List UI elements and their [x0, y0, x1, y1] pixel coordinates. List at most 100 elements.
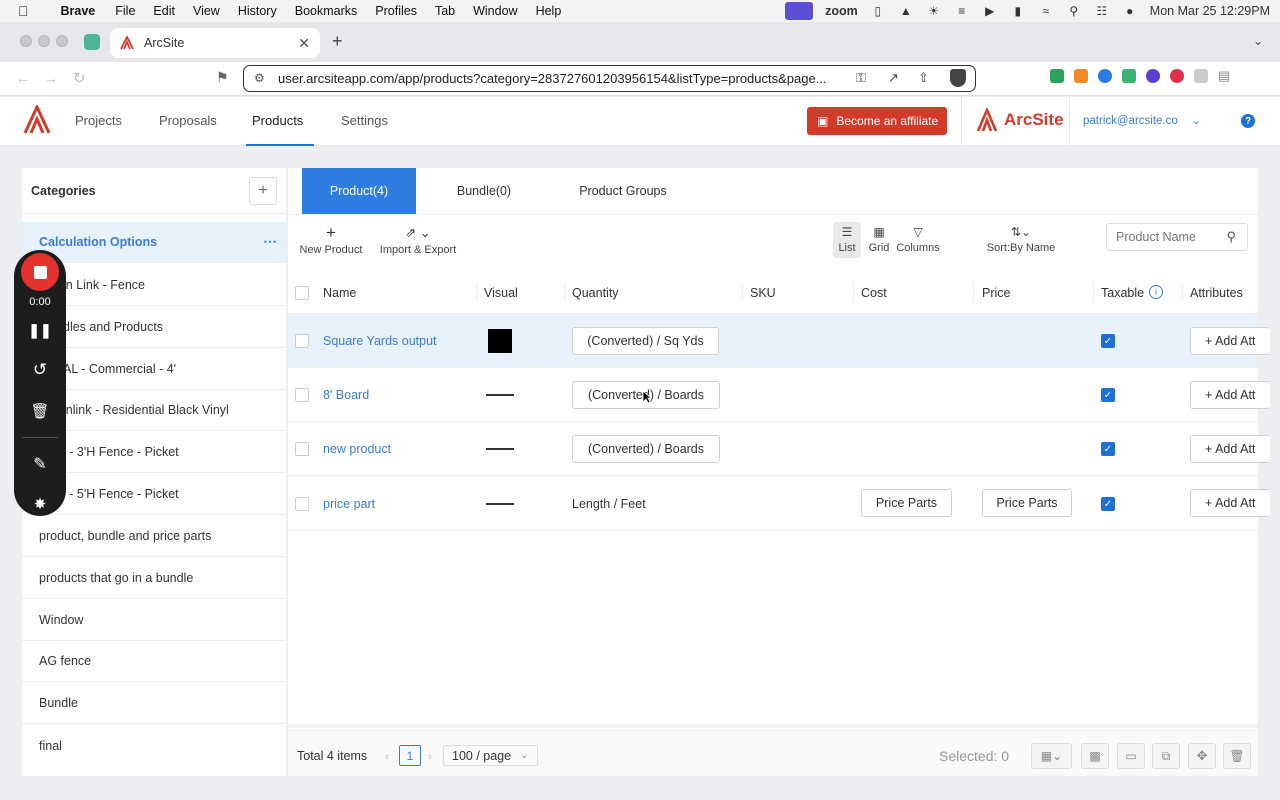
open-external-icon[interactable]: ↗	[888, 70, 899, 86]
add-attribute-button[interactable]: + Add Att	[1190, 381, 1270, 409]
col-cost[interactable]: Cost	[861, 286, 887, 300]
window-minimize-button[interactable]	[38, 35, 50, 47]
horizontal-scrollbar[interactable]	[288, 724, 1258, 728]
add-attribute-button[interactable]: + Add Att	[1190, 435, 1270, 463]
category-item[interactable]: Window	[22, 600, 286, 641]
forward-icon[interactable]: →	[44, 70, 58, 86]
brave-shield-icon[interactable]	[950, 69, 966, 87]
effects-icon[interactable]: ✸	[14, 495, 66, 513]
help-icon[interactable]: ?	[1241, 114, 1255, 128]
sort-button[interactable]: ⇅⌄ Sort:By Name	[983, 225, 1059, 254]
batch-edit-dropdown[interactable]: ▦⌄	[1031, 743, 1072, 769]
search-icon[interactable]: ⚲	[1226, 229, 1236, 245]
extension-3-icon[interactable]	[1098, 69, 1112, 83]
category-item[interactable]: product, bundle and price parts	[22, 516, 286, 557]
col-name[interactable]: Name	[323, 286, 356, 300]
info-icon[interactable]: i	[1149, 285, 1163, 299]
taxable-checkbox[interactable]: ✓	[1101, 497, 1115, 511]
menu-view[interactable]: View	[193, 4, 220, 18]
control-center-icon[interactable]: ☷	[1094, 4, 1110, 18]
row-checkbox[interactable]	[295, 388, 309, 402]
grid-view-button[interactable]: ▦ Grid	[866, 225, 892, 254]
user-menu[interactable]: patrick@arcsite.co ⌄	[1083, 114, 1201, 128]
pencil-icon[interactable]: ✎	[14, 454, 66, 474]
site-settings-icon[interactable]: ⚙	[254, 71, 265, 85]
cost-price-parts-button[interactable]: Price Parts	[861, 489, 952, 517]
batch-price-icon[interactable]: ▩	[1081, 743, 1109, 769]
tab-products[interactable]: Product(4)	[302, 168, 416, 214]
product-name-link[interactable]: 8' Board	[323, 388, 369, 402]
extension-4-icon[interactable]	[1122, 69, 1136, 83]
tab-product-groups[interactable]: Product Groups	[552, 168, 694, 214]
brightness-icon[interactable]: ☀	[926, 4, 942, 18]
extension-5-icon[interactable]	[1146, 69, 1160, 83]
menu-bookmarks[interactable]: Bookmarks	[295, 4, 358, 18]
list-view-button[interactable]: ☰ List	[833, 222, 861, 258]
batch-tax-icon[interactable]: ▭	[1117, 743, 1145, 769]
wifi-icon[interactable]: ≈	[1038, 4, 1054, 18]
share-icon[interactable]: ⇧	[918, 70, 929, 86]
taxable-checkbox[interactable]: ✓	[1101, 388, 1115, 402]
menu-profiles[interactable]: Profiles	[375, 4, 417, 18]
bookmark-icon[interactable]: ⚑	[216, 69, 229, 86]
become-affiliate-button[interactable]: ▣ Become an affiliate	[807, 107, 947, 135]
product-search-input[interactable]	[1116, 230, 1216, 244]
col-visual[interactable]: Visual	[484, 286, 518, 300]
reload-icon[interactable]: ↻	[73, 69, 86, 87]
window-close-button[interactable]	[20, 35, 32, 47]
duplicate-icon[interactable]: ⧉	[1152, 743, 1180, 769]
trash-icon[interactable]: 🗑	[14, 402, 66, 420]
browser-tab[interactable]: ArcSite ✕	[110, 28, 320, 58]
quantity-button[interactable]: (Converted) / Sq Yds	[572, 327, 719, 355]
product-name-link[interactable]: Square Yards output	[323, 334, 437, 348]
sidebar-toggle-icon[interactable]: ▤	[1218, 69, 1230, 83]
nav-projects[interactable]: Projects	[75, 113, 122, 128]
category-item[interactable]: AG fence	[22, 641, 286, 682]
nav-proposals[interactable]: Proposals	[159, 113, 217, 128]
siri-icon[interactable]: ●	[1122, 4, 1138, 18]
taxable-checkbox[interactable]: ✓	[1101, 442, 1115, 456]
stop-recording-button[interactable]	[21, 253, 59, 291]
page-size-select[interactable]: 100 / page ⌄	[443, 745, 538, 766]
menu-history[interactable]: History	[238, 4, 277, 18]
pause-icon[interactable]: ❚❚	[14, 322, 66, 339]
extension-2-icon[interactable]	[1074, 69, 1088, 83]
spotlight-icon[interactable]: ⚲	[1066, 4, 1082, 18]
quantity-button[interactable]: (Converted) / Boards	[572, 435, 720, 463]
bars-icon[interactable]: ≡	[954, 4, 970, 18]
import-export-button[interactable]: ⇗ ⌄ Import & Export	[376, 225, 460, 256]
back-icon[interactable]: ←	[16, 70, 30, 86]
pinned-tab-icon[interactable]	[84, 34, 100, 50]
menu-file[interactable]: File	[115, 4, 135, 18]
extensions-puzzle-icon[interactable]	[1194, 69, 1208, 83]
extension-6-icon[interactable]	[1170, 69, 1184, 83]
nav-settings[interactable]: Settings	[341, 113, 388, 128]
menu-help[interactable]: Help	[536, 4, 562, 18]
extension-1-icon[interactable]	[1050, 69, 1064, 83]
zoom-status-label[interactable]: zoom	[825, 4, 858, 18]
tab-bundles[interactable]: Bundle(0)	[416, 168, 552, 214]
col-price[interactable]: Price	[982, 286, 1010, 300]
prev-page-icon[interactable]: ‹	[385, 749, 389, 763]
notes-icon[interactable]: ▯	[870, 4, 886, 18]
col-attributes[interactable]: Attributes	[1190, 286, 1243, 300]
tab-list-chevron-icon[interactable]: ⌄	[1253, 34, 1263, 48]
category-item[interactable]: Bundle	[22, 683, 286, 724]
arcsite-logo-icon[interactable]	[22, 105, 52, 135]
menu-window[interactable]: Window	[473, 4, 517, 18]
add-attribute-button[interactable]: + Add Att	[1190, 489, 1270, 517]
category-item[interactable]: products that go in a bundle	[22, 558, 286, 599]
category-item-calculation-options[interactable]: Calculation Options ⋯	[22, 222, 286, 263]
key-icon[interactable]: ⚿	[856, 70, 866, 86]
col-taxable[interactable]: Taxable	[1101, 286, 1144, 300]
columns-button[interactable]: ▽ Columns	[895, 225, 941, 254]
row-checkbox[interactable]	[295, 334, 309, 348]
arc-icon[interactable]: ▲	[898, 4, 914, 18]
row-checkbox[interactable]	[295, 497, 309, 511]
tab-close-icon[interactable]: ✕	[298, 35, 310, 52]
restart-icon[interactable]: ↺	[14, 360, 66, 380]
new-product-button[interactable]: + New Product	[296, 224, 366, 256]
nav-products[interactable]: Products	[252, 113, 303, 128]
product-name-link[interactable]: new product	[323, 442, 391, 456]
page-1-button[interactable]: 1	[399, 745, 421, 766]
